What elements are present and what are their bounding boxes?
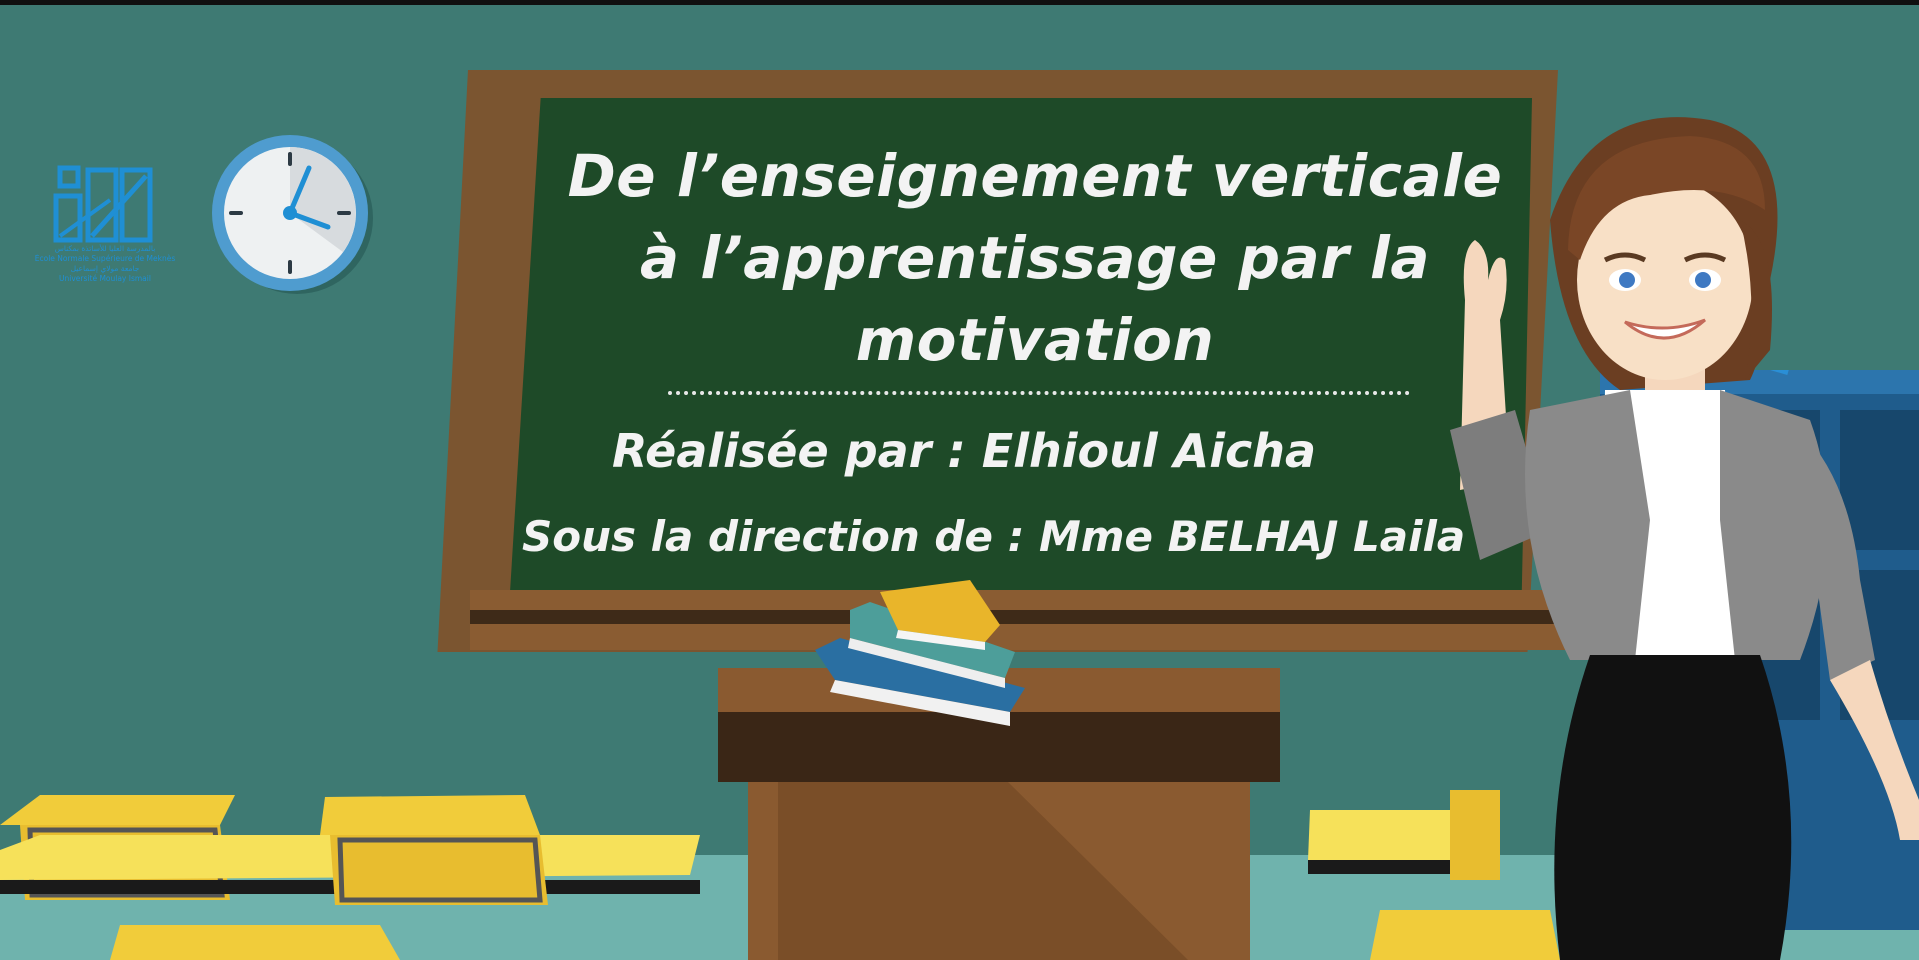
desk-shading <box>778 782 1188 960</box>
classroom-scene: بالمدرسة العليا للأساتذة بمكناس École No… <box>0 0 1919 960</box>
author-line: Réalisée par : Elhioul Aicha <box>612 424 1317 478</box>
books-stack-icon <box>815 580 1025 726</box>
title-line: motivation <box>855 306 1215 374</box>
wall-clock-icon <box>212 135 373 294</box>
logo-line: Université Moulay Ismail <box>59 274 151 283</box>
logo-line: جامعة مولاي إسماعيل <box>70 264 140 273</box>
top-edge-bar <box>0 0 1919 5</box>
logo-line: École Normale Supérieure de Meknès <box>34 254 176 263</box>
title-line: De l’enseignement verticale <box>567 142 1503 210</box>
supervisor-line: Sous la direction de : Mme BELHAJ Laila <box>522 512 1466 561</box>
title-line: à l’apprentissage par la <box>640 224 1430 292</box>
dotted-divider <box>668 391 1410 395</box>
logo-emblem-icon <box>53 165 153 243</box>
logo-line: بالمدرسة العليا للأساتذة بمكناس <box>54 244 156 253</box>
slide-title: De l’enseignement verticale à l’apprenti… <box>540 135 1530 381</box>
student-desks-left <box>0 795 700 960</box>
institution-logo: بالمدرسة العليا للأساتذة بمكناس École No… <box>10 160 200 310</box>
teacher-desk-body <box>748 782 1250 960</box>
teacher-character <box>1450 117 1919 960</box>
